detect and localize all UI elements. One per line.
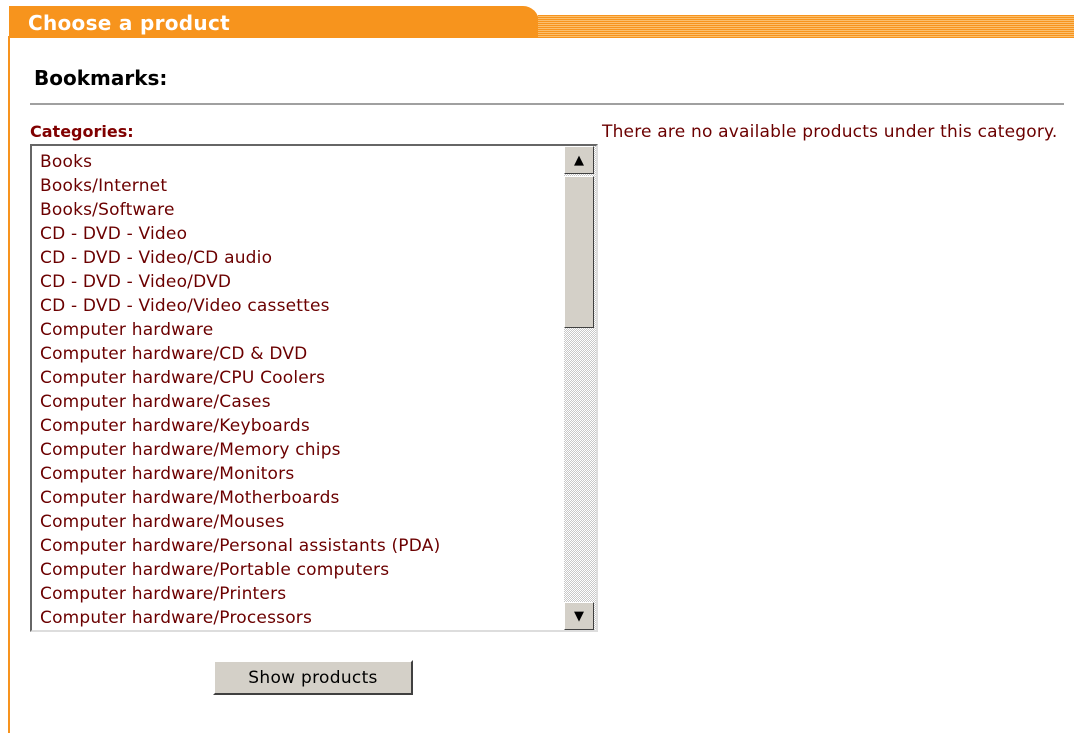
list-item[interactable]: Computer hardware/Monitors (40, 462, 562, 486)
categories-label: Categories: (30, 122, 134, 141)
page-title: Choose a product (28, 11, 230, 35)
list-item[interactable]: CD - DVD - Video/DVD (40, 270, 562, 294)
list-item[interactable]: Computer hardware/Personal assistants (P… (40, 534, 562, 558)
list-item[interactable]: Computer hardware/CD & DVD (40, 342, 562, 366)
categories-listbox[interactable]: Books Books/Internet Books/Software CD - DV… (30, 144, 598, 632)
divider (30, 103, 1064, 105)
no-products-message: There are no available products under th… (602, 122, 1058, 142)
list-item[interactable]: Computer hardware/Portable computers (40, 558, 562, 582)
scroll-thumb[interactable] (564, 176, 594, 328)
list-item[interactable]: CD - DVD - Video (40, 222, 562, 246)
scrollbar[interactable]: ▲ ▼ (564, 146, 596, 630)
panel-left-border (8, 36, 10, 733)
list-item[interactable]: Computer hardware/Mouses (40, 510, 562, 534)
show-products-button[interactable]: Show products (213, 660, 413, 695)
triangle-up-icon: ▲ (574, 152, 584, 168)
list-item[interactable]: Computer hardware/Memory chips (40, 438, 562, 462)
list-item[interactable]: Books/Software (40, 198, 562, 222)
scroll-up-button[interactable]: ▲ (564, 146, 594, 174)
list-item[interactable]: CD - DVD - Video/Video cassettes (40, 294, 562, 318)
list-item[interactable]: Computer hardware/Keyboards (40, 414, 562, 438)
list-item[interactable]: CD - DVD - Video/CD audio (40, 246, 562, 270)
list-item[interactable]: Computer hardware/Printers (40, 582, 562, 606)
list-item[interactable]: Books/Internet (40, 174, 562, 198)
list-item[interactable]: Books (40, 150, 562, 174)
categories-list: Books Books/Internet Books/Software CD - DV… (40, 150, 562, 630)
list-item[interactable]: Computer hardware (40, 318, 562, 342)
list-item[interactable]: Computer hardware/Processors (40, 606, 562, 630)
list-item[interactable]: Computer hardware/Motherboards (40, 486, 562, 510)
scroll-down-button[interactable]: ▼ (564, 602, 594, 630)
list-item[interactable]: Computer hardware/Cases (40, 390, 562, 414)
list-item[interactable]: Computer hardware/CPU Coolers (40, 366, 562, 390)
header-stripes (538, 15, 1074, 38)
bookmarks-label: Bookmarks: (34, 66, 168, 90)
triangle-down-icon: ▼ (574, 608, 584, 624)
